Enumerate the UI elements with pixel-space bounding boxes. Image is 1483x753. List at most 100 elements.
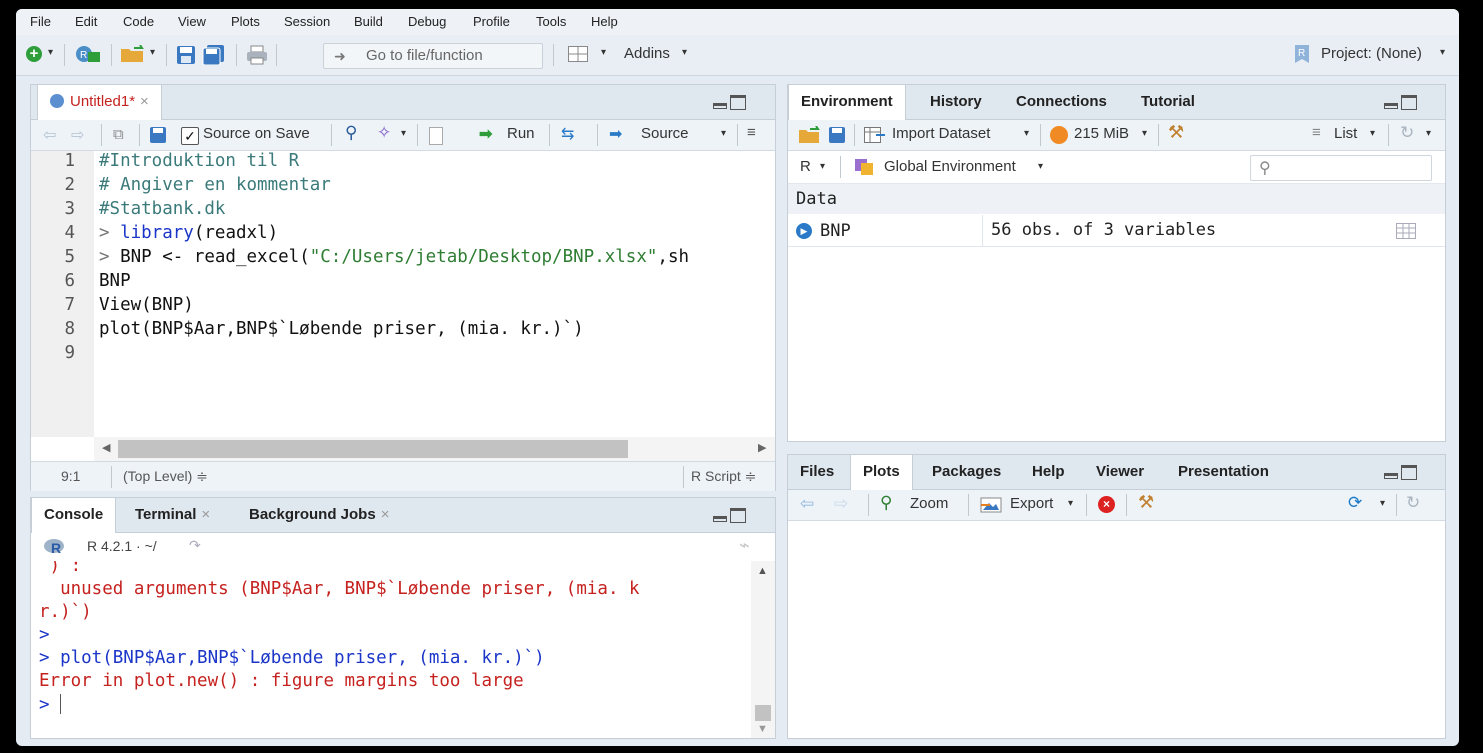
tab-history[interactable]: History [918,85,994,119]
scroll-left-icon[interactable]: ◀ [102,441,110,454]
chevron-down-icon[interactable]: ▾ [48,47,53,58]
import-dataset-icon[interactable] [864,127,886,143]
menu-tools[interactable]: Tools [536,14,566,29]
environment-row[interactable]: ▶ BNP 56 obs. of 3 variables [788,215,1445,247]
grid-layout-icon[interactable] [568,46,588,62]
save-icon[interactable] [176,45,196,65]
scroll-up-icon[interactable]: ▲ [757,565,768,577]
tab-presentation[interactable]: Presentation [1166,455,1281,489]
source-on-save-checkbox[interactable]: ✓ [181,127,199,145]
save-icon[interactable] [828,126,846,144]
tab-environment[interactable]: Environment [788,85,906,120]
scrollbar-thumb[interactable] [755,705,771,721]
tab-tutorial[interactable]: Tutorial [1129,85,1207,119]
tab-connections[interactable]: Connections [1004,85,1119,119]
code-editor[interactable]: 1 #Introduktion til R 2 # Angiver en kom… [31,151,775,437]
menu-code[interactable]: Code [123,14,154,29]
print-icon[interactable] [246,45,268,65]
back-arrow-icon[interactable]: ⇦ [43,125,56,145]
menu-debug[interactable]: Debug [408,14,446,29]
tab-files[interactable]: Files [788,455,846,489]
run-button[interactable]: Run [507,125,535,142]
zoom-icon[interactable]: ⚲ [880,493,892,513]
refresh-icon[interactable]: ↻ [1400,123,1414,143]
close-icon[interactable]: × [381,506,390,523]
save-icon[interactable] [149,126,167,144]
console-scrollbar[interactable]: ▲ ▼ [751,561,775,738]
tab-help[interactable]: Help [1020,455,1077,489]
save-all-icon[interactable] [202,45,226,66]
clear-console-icon[interactable]: ⌁ [739,535,750,556]
new-file-icon[interactable]: + [26,46,42,62]
export-button[interactable]: Export [1010,495,1053,512]
menu-build[interactable]: Build [354,14,383,29]
expand-icon[interactable]: ▶ [796,223,812,239]
menu-session[interactable]: Session [284,14,330,29]
file-type-selector[interactable]: R Script ≑ [691,468,756,485]
export-icon[interactable] [980,497,1002,513]
previous-plot-icon[interactable]: ⇦ [800,494,814,514]
tab-background-jobs[interactable]: Background Jobs × [237,498,401,532]
environment-search-input[interactable]: ⚲ [1250,155,1432,181]
menu-plots[interactable]: Plots [231,14,260,29]
refresh-icon[interactable]: ↻ [1406,493,1420,513]
project-menu[interactable]: Project: (None) [1321,45,1422,62]
menu-view[interactable]: View [178,14,206,29]
horizontal-scrollbar[interactable]: ◀ ▶ [94,437,775,461]
menu-file[interactable]: File [30,14,51,29]
scrollbar-thumb[interactable] [118,440,628,458]
chevron-down-icon[interactable]: ▾ [1068,498,1073,509]
compile-report-icon[interactable] [429,127,443,145]
table-view-icon[interactable] [1396,223,1416,239]
publish-icon[interactable]: ⟳ [1348,493,1362,513]
broom-icon[interactable]: ⚒ [1138,492,1154,513]
console-output[interactable]: ) : unused arguments (BNP$Aar, BNP$`Løbe… [31,561,751,738]
chevron-down-icon[interactable]: ▾ [601,47,606,58]
menu-profile[interactable]: Profile [473,14,510,29]
tab-plots[interactable]: Plots [850,455,913,490]
show-in-window-icon[interactable]: ⧉ [113,126,124,143]
forward-arrow-icon[interactable]: ⇨ [71,125,84,145]
go-to-directory-icon[interactable]: ↷ [189,537,201,554]
menu-help[interactable]: Help [591,14,618,29]
language-selector[interactable]: R [800,158,811,175]
outline-icon[interactable]: ≡ [747,124,756,141]
broom-icon[interactable]: ⚒ [1168,122,1184,143]
memory-usage[interactable]: 215 MiB [1074,125,1129,142]
close-icon[interactable]: × [140,93,149,110]
rerun-icon[interactable]: ⇆ [561,124,574,144]
list-view-selector[interactable]: List [1334,125,1357,142]
scroll-right-icon[interactable]: ▶ [758,441,766,454]
chevron-down-icon[interactable]: ▾ [1370,128,1375,139]
magic-wand-icon[interactable]: ✧ [377,123,391,143]
source-arrow-icon[interactable]: ➡ [609,124,622,144]
chevron-down-icon[interactable]: ▾ [150,47,155,58]
new-project-icon[interactable]: R [74,44,102,64]
chevron-down-icon[interactable]: ▾ [1142,128,1147,139]
minimize-maximize-icon[interactable] [1384,465,1418,481]
tab-untitled1[interactable]: Untitled1* × [37,85,162,120]
chevron-down-icon[interactable]: ▾ [1380,498,1385,509]
minimize-maximize-icon[interactable] [713,508,747,524]
close-icon[interactable]: × [201,506,210,523]
remove-plot-icon[interactable]: × [1098,496,1115,513]
chevron-down-icon[interactable]: ▾ [721,128,726,139]
tab-viewer[interactable]: Viewer [1084,455,1156,489]
goto-file-input[interactable]: ➜ Go to file/function [323,43,543,69]
tab-packages[interactable]: Packages [920,455,1013,489]
scroll-down-icon[interactable]: ▼ [757,723,768,735]
chevron-down-icon[interactable]: ▾ [682,47,687,58]
search-icon[interactable]: ⚲ [345,123,357,143]
chevron-down-icon[interactable]: ▾ [1038,161,1043,172]
tab-console[interactable]: Console [31,498,117,533]
global-environment-selector[interactable]: Global Environment [884,158,1016,175]
chevron-down-icon[interactable]: ▾ [1426,128,1431,139]
load-workspace-icon[interactable] [798,125,822,144]
console-prompt[interactable]: > [39,694,62,715]
chevron-down-icon[interactable]: ▾ [1024,128,1029,139]
open-folder-icon[interactable] [120,44,146,63]
run-arrow-icon[interactable]: ➡ [479,124,492,144]
next-plot-icon[interactable]: ⇨ [834,494,848,514]
tab-terminal[interactable]: Terminal × [123,498,222,532]
chevron-down-icon[interactable]: ▾ [820,161,825,172]
